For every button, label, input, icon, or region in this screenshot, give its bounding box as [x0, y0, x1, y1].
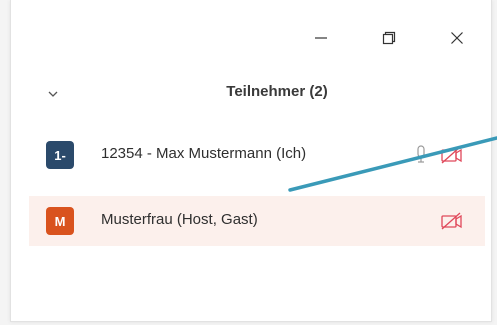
close-icon: [450, 31, 464, 45]
title-bar: [11, 0, 491, 72]
participant-name: 12354 - Max Mustermann (Ich): [101, 145, 307, 162]
participant-row[interactable]: 1- 12354 - Max Mustermann (Ich): [29, 130, 485, 180]
avatar: M: [46, 207, 74, 235]
participants-header: Teilnehmer (2): [11, 76, 491, 110]
participants-title: Teilnehmer (2): [11, 83, 491, 100]
page: Teilnehmer (2) 1- 12354 - Max Mustermann…: [0, 0, 497, 325]
participants-window: Teilnehmer (2) 1- 12354 - Max Mustermann…: [10, 0, 492, 322]
participants-title-text: Teilnehmer (2): [226, 83, 328, 100]
camera-off-icon[interactable]: [440, 144, 464, 166]
minimize-button[interactable]: [301, 22, 341, 54]
restore-icon: [382, 31, 396, 45]
restore-button[interactable]: [369, 22, 409, 54]
microphone-icon[interactable]: [413, 144, 429, 166]
avatar-initials: 1-: [54, 147, 66, 163]
close-button[interactable]: [437, 22, 477, 54]
participant-name: Musterfrau (Host, Gast): [101, 211, 258, 228]
avatar-initials: M: [54, 213, 66, 229]
avatar: 1-: [46, 141, 74, 169]
camera-off-icon[interactable]: [440, 210, 464, 232]
participant-row[interactable]: M Musterfrau (Host, Gast): [29, 196, 485, 246]
minimize-icon: [314, 31, 328, 45]
